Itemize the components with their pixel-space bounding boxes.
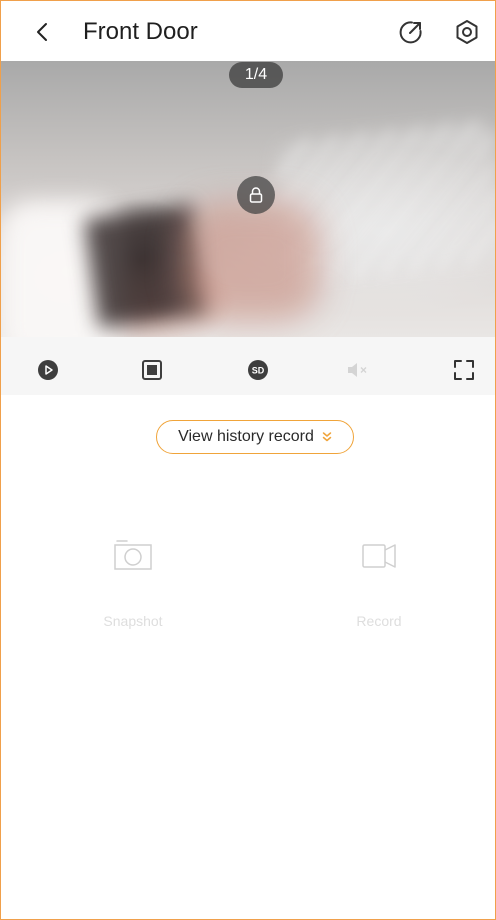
settings-button[interactable] [451,16,483,48]
view-history-record-button[interactable]: View history record [156,420,354,454]
fullscreen-icon [454,360,474,380]
record-button[interactable]: Record [329,539,429,629]
lock-icon [249,187,263,203]
app-screen: Front Door 1/4 SD View history record Sn… [0,0,496,920]
stop-button[interactable] [139,357,165,383]
page-title: Front Door [83,18,198,45]
fullscreen-button[interactable] [451,357,477,383]
snapshot-button[interactable]: Snapshot [83,539,183,629]
stop-square-icon [142,360,162,380]
mute-icon [348,363,367,377]
sd-quality-button[interactable]: SD [245,357,271,383]
sd-quality-icon: SD [248,360,268,380]
lock-button[interactable] [237,176,275,214]
share-button[interactable] [395,16,427,48]
top-bar: Front Door [1,1,495,61]
sd-quality-label: SD [252,366,265,376]
chevron-left-icon [37,23,47,41]
snapshot-label: Snapshot [103,613,163,629]
record-label: Record [356,613,402,629]
page-indicator: 1/4 [229,62,283,88]
gear-icon [456,20,478,44]
video-camera-icon [329,539,429,573]
view-history-record-label: View history record [178,428,314,445]
video-scene-hand [181,201,321,321]
share-icon [399,21,422,44]
back-button[interactable] [25,15,59,49]
camera-icon [83,539,183,573]
play-button[interactable] [35,357,61,383]
mute-button[interactable] [345,357,371,383]
play-icon [38,360,58,380]
double-chevron-down-icon [322,431,332,443]
bottom-panel [1,395,495,919]
